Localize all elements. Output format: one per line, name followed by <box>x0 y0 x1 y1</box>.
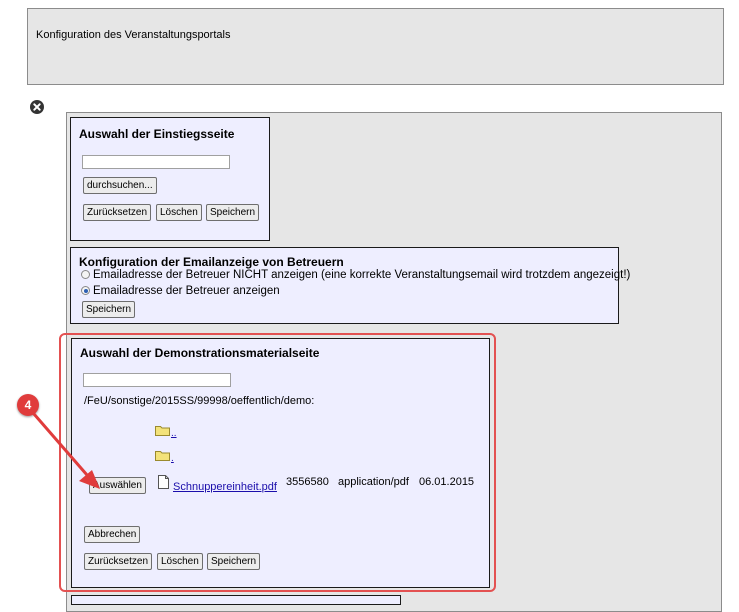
einstieg-panel: Auswahl der Einstiegsseite durchsuchen..… <box>70 117 270 241</box>
radio-hide-email[interactable] <box>81 270 90 279</box>
einstieg-path-input[interactable] <box>82 155 230 169</box>
email-save-button[interactable]: Speichern <box>82 301 136 318</box>
email-option-hide-label: Emailadresse der Betreuer NICHT anzeigen… <box>93 269 631 281</box>
next-panel <box>71 595 401 605</box>
email-option-show-label: Emailadresse der Betreuer anzeigen <box>93 285 280 297</box>
email-option-show[interactable]: Emailadresse der Betreuer anzeigen <box>81 285 280 297</box>
email-panel: Konfiguration der Emailanzeige von Betre… <box>70 247 630 324</box>
einstieg-delete-button[interactable]: Löschen <box>156 204 202 221</box>
browse-button[interactable]: durchsuchen... <box>83 177 157 194</box>
email-option-hide[interactable]: Emailadresse der Betreuer NICHT anzeigen… <box>81 269 630 281</box>
close-icon[interactable] <box>30 100 44 114</box>
page-header: Konfiguration des Veranstaltungsportals <box>27 8 724 85</box>
step-badge: 4 <box>17 394 39 416</box>
radio-show-email[interactable] <box>81 286 90 295</box>
page-title: Konfiguration des Veranstaltungsportals <box>36 29 231 41</box>
einstieg-reset-button[interactable]: Zurücksetzen <box>83 204 152 221</box>
einstieg-title: Auswahl der Einstiegsseite <box>79 127 235 141</box>
email-title: Konfiguration der Emailanzeige von Betre… <box>79 255 344 269</box>
einstieg-save-button[interactable]: Speichern <box>206 204 260 221</box>
highlight-frame <box>59 333 496 592</box>
